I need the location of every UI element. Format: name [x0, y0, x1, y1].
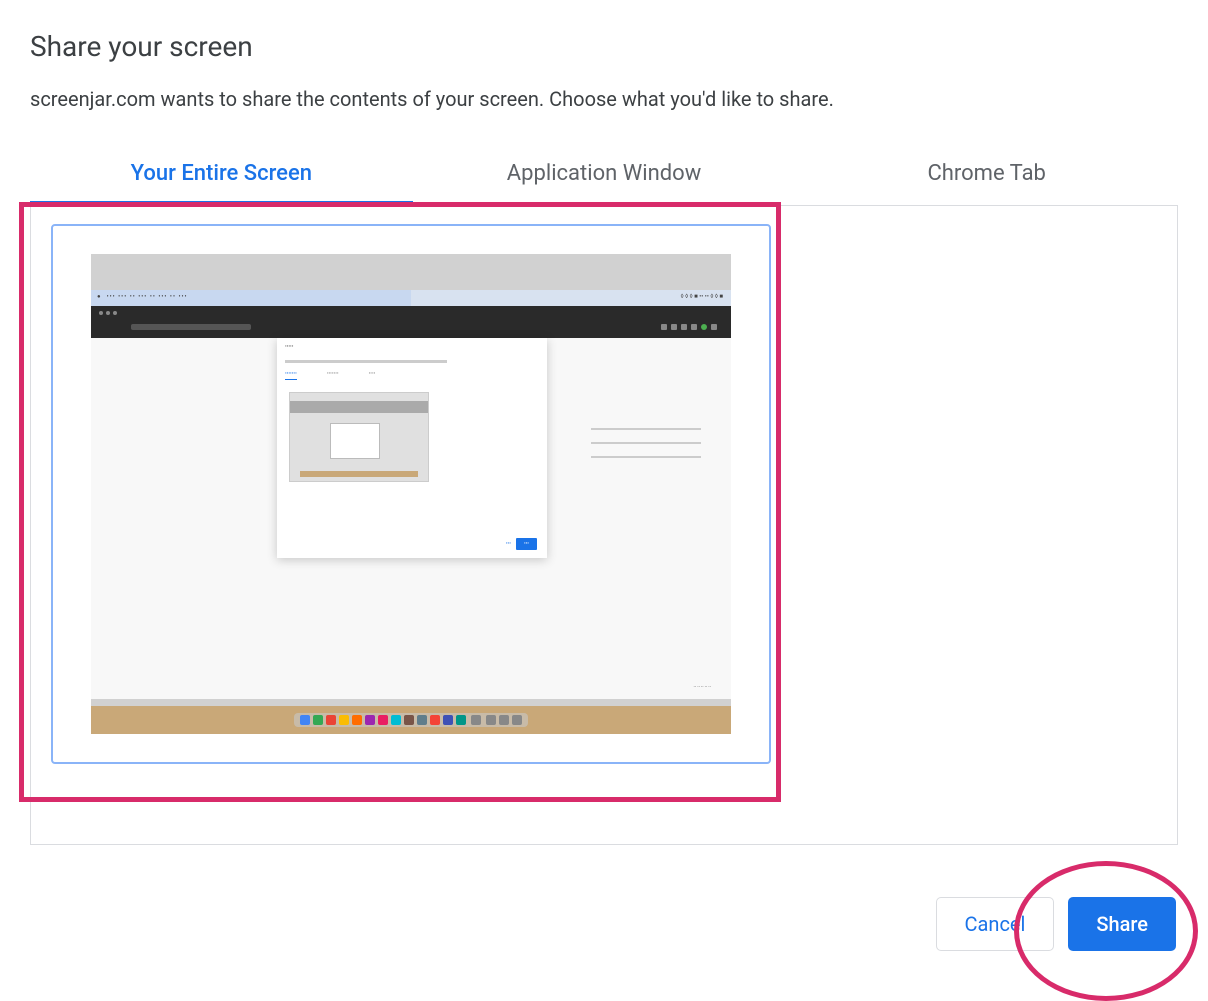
tab-chrome-tab[interactable]: Chrome Tab: [795, 151, 1178, 204]
tab-application-window[interactable]: Application Window: [413, 151, 796, 204]
desktop-preview: ● ••• ••• •• ••• •• ••• •• ••• ◊ ◊ ◊ ■ •…: [91, 254, 731, 734]
dialog-title: Share your screen: [30, 30, 1178, 63]
source-tabs: Your Entire Screen Application Window Ch…: [30, 151, 1178, 205]
share-button[interactable]: Share: [1068, 897, 1176, 951]
cancel-button[interactable]: Cancel: [936, 897, 1055, 951]
dialog-buttons: Cancel Share: [30, 897, 1178, 951]
picker-panel: ● ••• ••• •• ••• •• ••• •• ••• ◊ ◊ ◊ ■ •…: [30, 205, 1178, 845]
dialog-description: screenjar.com wants to share the content…: [30, 87, 1178, 111]
tab-entire-screen[interactable]: Your Entire Screen: [30, 151, 413, 204]
screen-thumbnail[interactable]: ● ••• ••• •• ••• •• ••• •• ••• ◊ ◊ ◊ ■ •…: [51, 224, 771, 764]
